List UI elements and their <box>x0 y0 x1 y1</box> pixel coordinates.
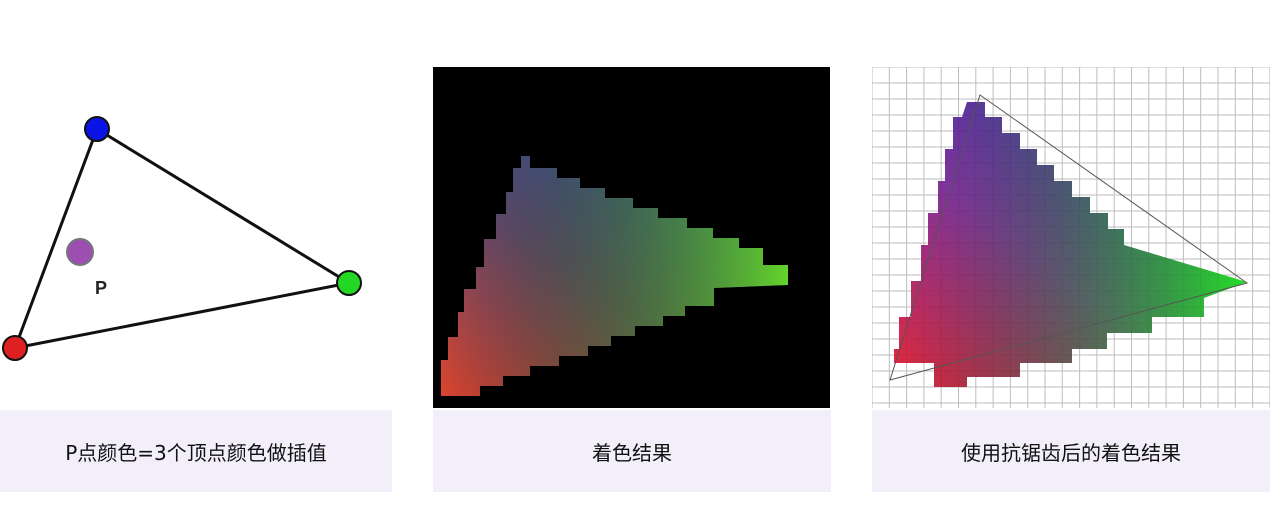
right-vertex-green <box>336 270 362 296</box>
caption-interpolation: P点颜色=3个顶点颜色做插值 <box>0 410 392 492</box>
antialiased-grid-svg <box>872 67 1270 408</box>
interpolation-diagram: P <box>0 80 392 390</box>
interpolation-svg: P <box>2 116 362 361</box>
shading-result-image <box>433 67 830 408</box>
caption-shading-result: 着色结果 <box>433 410 831 492</box>
bottom-vertex-red <box>2 335 28 361</box>
point-p <box>66 238 94 266</box>
shaded-triangle-pixels <box>441 156 788 396</box>
caption-antialiased-result: 使用抗锯齿后的着色结果 <box>872 410 1270 492</box>
shading-raster-svg <box>441 156 788 396</box>
triangle-outline <box>12 126 354 350</box>
antialiased-result-image <box>872 67 1270 408</box>
point-p-label: P <box>95 278 107 298</box>
top-vertex-blue <box>84 116 110 142</box>
